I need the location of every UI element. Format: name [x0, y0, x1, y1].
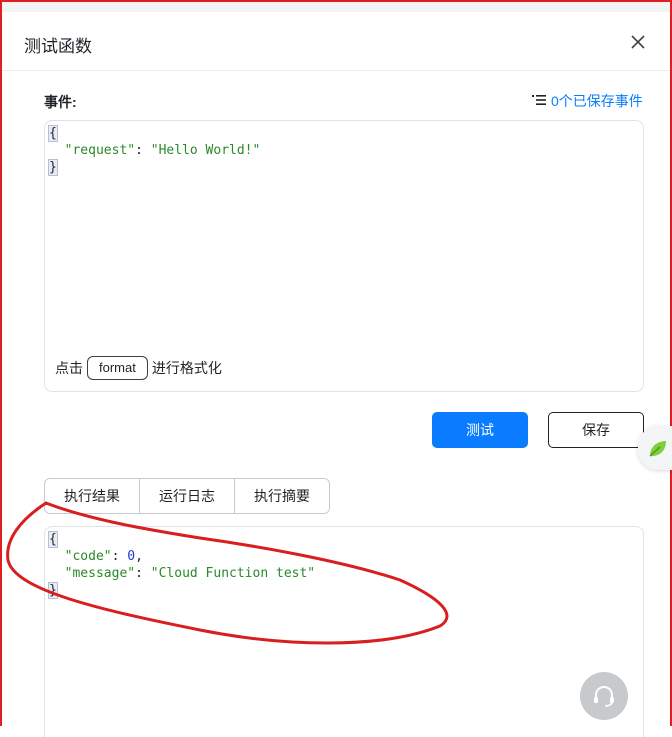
format-hint: 点击 format 进行格式化	[55, 356, 222, 380]
backdrop-strip	[2, 2, 670, 12]
code-value: 0	[127, 549, 136, 564]
tab-run-log[interactable]: 运行日志	[140, 479, 235, 513]
format-suffix: 进行格式化	[151, 360, 222, 376]
event-label: 事件:	[44, 94, 77, 110]
message-key: "message"	[64, 566, 136, 581]
tab-execution-result[interactable]: 执行结果	[45, 479, 140, 513]
format-prefix: 点击	[55, 360, 83, 376]
open-brace: {	[48, 125, 58, 142]
result-panel: { "code": 0, "message": "Cloud Function …	[44, 526, 644, 737]
code-key: "code"	[64, 549, 112, 564]
list-icon	[532, 93, 546, 109]
close-icon[interactable]	[626, 30, 650, 54]
tab-execution-summary[interactable]: 执行摘要	[235, 479, 329, 513]
dialog-title: 测试函数	[24, 37, 92, 56]
close-brace: }	[48, 159, 58, 176]
request-key: "request"	[49, 143, 136, 158]
result-code: { "code": 0, "message": "Cloud Function …	[48, 531, 316, 599]
saved-events-link[interactable]: 0个已保存事件	[532, 91, 643, 111]
request-value: "Hello World!"	[150, 143, 261, 158]
result-tabs: 执行结果 运行日志 执行摘要	[44, 478, 330, 514]
result-close-brace: }	[48, 582, 58, 599]
headset-icon[interactable]	[580, 672, 628, 720]
colon: :	[135, 143, 151, 158]
event-editor[interactable]: { "request": "Hello World!" } 点击 format …	[44, 120, 644, 392]
dialog-header: 测试函数	[2, 12, 670, 71]
result-open-brace: {	[48, 531, 58, 548]
saved-events-label: 0个已保存事件	[551, 93, 643, 109]
save-button[interactable]: 保存	[548, 412, 644, 448]
leaf-icon[interactable]	[638, 426, 672, 470]
message-value: "Cloud Function test"	[150, 566, 316, 581]
event-code: { "request": "Hello World!" }	[48, 125, 261, 176]
format-button[interactable]: format	[87, 356, 148, 380]
test-function-dialog: 测试函数 事件: 0个已保存事件 { "request": "Hello Wor…	[2, 12, 670, 737]
test-button[interactable]: 测试	[432, 412, 528, 448]
